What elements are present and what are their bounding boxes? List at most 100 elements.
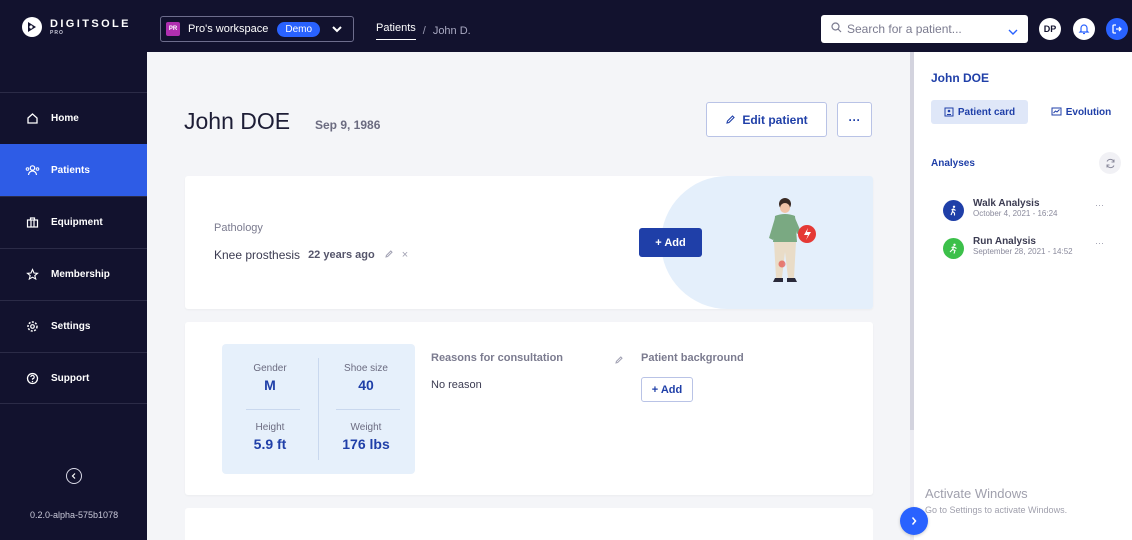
home-icon [24,111,40,127]
stat-value: 40 [358,377,374,393]
analyses-heading: Analyses [931,158,975,169]
chevron-down-icon[interactable] [1007,24,1019,42]
patient-illustration [755,194,825,291]
expand-panel-button[interactable] [900,507,928,535]
sidebar-item-label: Settings [51,321,91,332]
analysis-date: September 28, 2021 - 14:52 [973,247,1073,256]
sidebar-item-settings[interactable]: Settings [0,300,147,352]
edit-patient-button[interactable]: Edit patient [706,102,827,137]
chart-icon [1051,107,1062,116]
stat-gender: Gender M [222,363,318,393]
pencil-icon[interactable] [614,352,624,370]
walk-icon [943,200,964,221]
equipment-icon [24,215,40,231]
breadcrumb-patients-link[interactable]: Patients [376,22,416,40]
breadcrumb: Patients / John D. [376,22,471,40]
stat-label: Height [255,422,285,433]
analysis-more-icon[interactable]: ··· [1095,238,1104,248]
search-input[interactable]: Search for a patient... [847,22,962,36]
next-card [185,508,873,540]
tab-patient-card[interactable]: Patient card [931,100,1028,124]
edit-patient-label: Edit patient [742,112,808,127]
bell-icon[interactable] [1073,18,1095,40]
stat-height: Height 5.9 ft [222,422,318,452]
analysis-item-run[interactable]: Run Analysis September 28, 2021 - 14:52 … [943,236,1128,266]
workspace-name: Pro's workspace [188,23,269,35]
card-icon [944,107,954,117]
digitsole-logo-icon [22,17,42,37]
breadcrumb-separator: / [422,25,426,37]
windows-activation-watermark: Activate Windows Go to Settings to activ… [925,486,1067,515]
pathology-name: Knee prosthesis [214,248,301,262]
stat-weight: Weight 176 lbs [318,422,414,452]
patient-dob: Sep 9, 1986 [315,118,381,132]
analysis-item-walk[interactable]: Walk Analysis October 4, 2021 - 16:24 ··… [943,198,1128,228]
sidebar-item-label: Patients [51,165,90,176]
tab-label: Evolution [1065,106,1112,118]
top-bar: DIGITSOLE PRO PR Pro's workspace Demo Pa… [0,0,1132,52]
refresh-icon[interactable] [1099,152,1121,174]
panel-patient-name: John DOE [931,71,990,85]
tab-evolution[interactable]: Evolution [1036,100,1126,124]
stat-label: Gender [253,363,287,374]
stat-value: 5.9 ft [253,436,287,452]
watermark-subtitle: Go to Settings to activate Windows. [925,505,1068,515]
analysis-title: Walk Analysis [973,198,1040,209]
stat-label: Shoe size [344,363,388,374]
patient-background-label: Patient background [641,352,744,364]
brand[interactable]: DIGITSOLE PRO [22,17,131,37]
workspace-selector[interactable]: PR Pro's workspace Demo [160,16,354,42]
pathology-age: 22 years ago [308,249,375,261]
patient-name: John DOE [184,108,291,134]
collapse-sidebar-button[interactable] [66,468,82,484]
sidebar-item-label: Home [51,113,79,124]
sidebar-item-support[interactable]: Support [0,352,147,404]
chevron-down-icon [331,22,343,40]
pathology-label: Pathology [214,222,263,234]
more-options-button[interactable]: ··· [837,102,872,137]
patient-info-card: Gender M Shoe size 40 Height 5.9 ft Weig… [185,322,873,495]
patient-search[interactable]: Search for a patient... [821,15,1028,43]
sidebar-item-equipment[interactable]: Equipment [0,196,147,248]
breadcrumb-current: John D. [432,25,471,37]
help-icon [24,370,40,386]
pathology-card: Pathology Knee prosthesis 22 years ago ×… [185,176,873,309]
sidebar-item-patients[interactable]: Patients [0,144,147,196]
run-icon [943,238,964,259]
watermark-title: Activate Windows [925,486,1028,501]
divider [336,409,400,410]
add-pathology-button[interactable]: + Add [639,228,702,257]
right-panel: John DOE Patient card Evolution Analyses… [914,52,1132,540]
sidebar-item-home[interactable]: Home [0,92,147,144]
add-background-button[interactable]: + Add [641,377,693,402]
sidebar-item-label: Support [51,372,90,384]
analysis-date: October 4, 2021 - 16:24 [973,209,1058,218]
logout-icon[interactable] [1106,18,1128,40]
analysis-title: Run Analysis [973,236,1036,247]
pencil-icon[interactable] [384,246,394,264]
stat-value: M [264,377,276,393]
chevron-right-icon [911,517,917,525]
consultation-reasons-label: Reasons for consultation [431,352,564,364]
sidebar-item-membership[interactable]: Membership [0,248,147,300]
app-version: 0.2.0-alpha-575b1078 [30,510,119,520]
sidebar-item-label: Equipment [51,217,103,228]
sidebar-item-label: Membership [51,269,110,280]
membership-icon [24,267,40,283]
stat-value: 176 lbs [342,436,390,452]
analysis-more-icon[interactable]: ··· [1095,200,1104,210]
user-avatar[interactable]: DP [1039,18,1061,40]
tab-label: Patient card [957,106,1016,118]
search-icon [831,20,842,38]
brand-sub: PRO [50,29,64,36]
pencil-icon [726,115,736,124]
patient-stats: Gender M Shoe size 40 Height 5.9 ft Weig… [222,344,415,474]
sidebar: Home Patients Equipment Membership Setti… [0,52,147,540]
consultation-reasons-value: No reason [431,379,482,391]
workspace-badge: PR [166,22,180,36]
remove-pathology-icon[interactable]: × [402,249,408,261]
stat-label: Weight [350,422,382,433]
stat-shoe-size: Shoe size 40 [318,363,414,393]
gear-icon [24,319,40,335]
pathology-entry: Knee prosthesis 22 years ago × [214,246,408,264]
